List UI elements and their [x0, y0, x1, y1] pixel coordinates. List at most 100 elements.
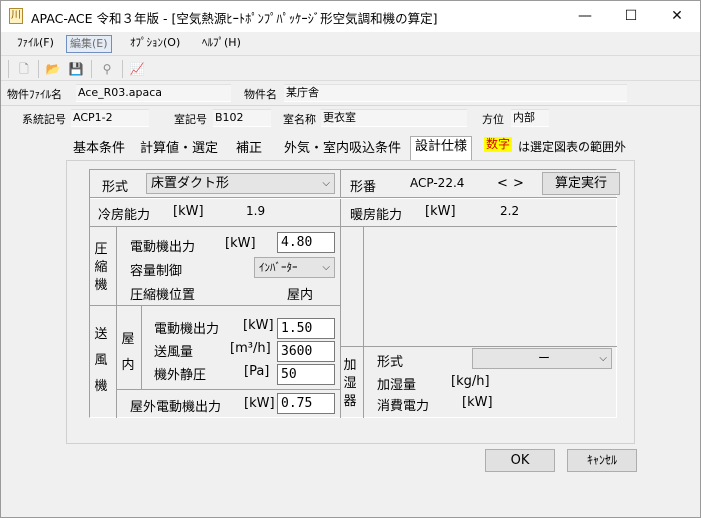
type-select[interactable]: 床置ダクト形 ⌵ — [146, 173, 335, 194]
tab-correction[interactable]: 補正 — [232, 139, 266, 161]
capacity-control-value: ｲﾝﾊﾞｰﾀｰ — [259, 261, 298, 274]
compressor-position-label: 圧縮機位置 — [130, 288, 196, 303]
maximize-button[interactable]: ☐ — [608, 1, 654, 31]
power-consumption-label: 消費電力 — [377, 399, 430, 414]
file-name-label: 物件ﾌｧｲﾙ名 — [7, 88, 62, 101]
toolbar: 🗋 📂 💾 ⚲ 📈 — [1, 55, 700, 81]
compressor-section-label: 圧縮機 — [94, 242, 108, 293]
fan-motor-unit: [kW] — [243, 318, 274, 333]
title-bar: 川 APAC-ACE 令和３年版 - [空気熱源ﾋｰﾄﾎﾟﾝﾌﾟﾊﾟｯｹｰｼﾞ形… — [1, 1, 700, 32]
open-folder-icon[interactable]: 📂 — [45, 61, 61, 77]
humidification-amount-unit: [kg/h] — [451, 374, 490, 389]
heating-capacity-unit: [kW] — [425, 204, 456, 219]
ok-button[interactable]: OK — [485, 449, 555, 472]
external-static-pressure-unit: [Pa] — [244, 364, 270, 379]
fan-motor-label: 電動機出力 — [154, 322, 220, 337]
toolbar-separator — [8, 60, 9, 78]
direction-value: 内部 — [511, 109, 549, 127]
app-icon: 川 — [9, 8, 23, 24]
tab-outdoor-indoor-conditions[interactable]: 外気・室内吸込条件 — [280, 139, 405, 161]
room-number-value: B102 — [213, 109, 271, 127]
tab-calc-selection[interactable]: 計算値・選定 — [136, 139, 222, 161]
tab-design-spec[interactable]: 設計仕様 — [410, 136, 473, 161]
room-name-value: 更衣室 — [321, 109, 467, 127]
property-name-value: 某庁舎 — [284, 84, 627, 102]
compressor-motor-input[interactable] — [277, 232, 335, 253]
row-divider — [340, 346, 617, 347]
humidifier-divider — [363, 347, 364, 418]
model-prev-button[interactable]: < — [497, 176, 508, 191]
toolbar-separator — [38, 60, 39, 78]
out-of-range-badge: 数字 — [484, 137, 513, 152]
chart-icon[interactable]: 📈 — [129, 61, 145, 77]
power-consumption-unit: [kW] — [462, 395, 493, 410]
cooling-capacity-value: 1.9 — [246, 204, 266, 218]
capacity-control-label: 容量制御 — [130, 264, 183, 279]
menu-bar: ﾌｧｲﾙ(F) 編集(E) ｵﾌﾟｼｮﾝ(O) ﾍﾙﾌﾟ(H) — [1, 32, 700, 54]
out-of-range-note: は選定図表の範囲外 — [518, 140, 627, 154]
chevron-down-icon: ⌵ — [322, 178, 330, 189]
cooling-capacity-unit: [kW] — [173, 204, 204, 219]
calculate-button[interactable]: 算定実行 — [542, 172, 620, 195]
file-name-value: Ace_R03.apaca — [76, 84, 231, 102]
column-divider — [340, 170, 341, 418]
binoculars-icon[interactable]: ⚲ — [99, 61, 115, 77]
humidifier-type-select[interactable]: ー ⌵ — [472, 348, 612, 369]
close-button[interactable]: ✕ — [654, 1, 700, 31]
save-icon[interactable]: 💾 — [68, 61, 84, 77]
tab-basic-conditions[interactable]: 基本条件 — [69, 139, 129, 161]
row-divider — [90, 305, 340, 306]
fan-section-label: 送風機 — [94, 327, 108, 394]
system-value: ACP1-2 — [71, 109, 149, 127]
chevron-down-icon: ⌵ — [599, 353, 607, 364]
type-select-value: 床置ダクト形 — [151, 176, 230, 191]
humidifier-type-label: 形式 — [377, 355, 404, 370]
cancel-button[interactable]: ｷｬﾝｾﾙ — [567, 449, 637, 472]
compressor-motor-label: 電動機出力 — [130, 240, 196, 255]
indoor-section-label: 屋内 — [121, 332, 135, 373]
row-divider — [116, 389, 340, 390]
direction-label: 方位 — [482, 113, 504, 126]
fan-motor-input[interactable] — [277, 318, 335, 339]
heating-capacity-label: 暖房能力 — [350, 208, 403, 223]
minimize-button[interactable]: — — [562, 1, 608, 31]
compressor-position-value: 屋内 — [287, 288, 314, 303]
compressor-divider — [116, 227, 117, 305]
outdoor-motor-label: 屋外電動機出力 — [130, 400, 222, 415]
external-static-pressure-label: 機外静圧 — [154, 368, 207, 383]
window-title: APAC-ACE 令和３年版 - [空気熱源ﾋｰﾄﾎﾟﾝﾌﾟﾊﾟｯｹｰｼﾞ形空気… — [31, 11, 438, 26]
row-divider — [90, 226, 617, 227]
model-next-button[interactable]: > — [513, 176, 524, 191]
model-value: ACP-22.4 — [410, 176, 465, 190]
humidifier-section-label: 加湿器 — [343, 358, 357, 409]
outdoor-motor-input[interactable] — [277, 393, 335, 414]
fan-divider — [116, 306, 117, 418]
divider — [1, 105, 700, 106]
menu-edit[interactable]: 編集(E) — [66, 35, 112, 53]
menu-file[interactable]: ﾌｧｲﾙ(F) — [14, 35, 57, 53]
humidifier-type-value: ー — [537, 351, 550, 365]
property-name-label: 物件名 — [244, 88, 277, 101]
heating-capacity-value: 2.2 — [500, 204, 520, 218]
new-file-icon[interactable]: 🗋 — [16, 61, 32, 77]
outdoor-motor-unit: [kW] — [244, 396, 275, 411]
indoor-divider — [141, 306, 142, 389]
room-number-label: 室記号 — [174, 113, 207, 126]
external-static-pressure-input[interactable] — [277, 364, 335, 385]
menu-options[interactable]: ｵﾌﾟｼｮﾝ(O) — [127, 35, 183, 53]
menu-help[interactable]: ﾍﾙﾌﾟ(H) — [199, 35, 244, 53]
airflow-unit: [m³/h] — [230, 341, 271, 356]
room-name-label: 室名称 — [283, 113, 316, 126]
row-divider-highlight — [90, 198, 617, 199]
compressor-motor-unit: [kW] — [225, 236, 256, 251]
blank-area-divider — [363, 227, 364, 347]
humidification-amount-label: 加湿量 — [377, 378, 417, 393]
type-label: 形式 — [102, 180, 129, 195]
model-label: 形番 — [350, 180, 377, 195]
system-label: 系統記号 — [22, 113, 66, 126]
airflow-input[interactable] — [277, 341, 335, 362]
application-window: 川 APAC-ACE 令和３年版 - [空気熱源ﾋｰﾄﾎﾟﾝﾌﾟﾊﾟｯｹｰｼﾞ形… — [0, 0, 701, 518]
cooling-capacity-label: 冷房能力 — [98, 208, 151, 223]
capacity-control-select[interactable]: ｲﾝﾊﾞｰﾀｰ ⌵ — [254, 257, 335, 278]
chevron-down-icon: ⌵ — [322, 262, 330, 273]
